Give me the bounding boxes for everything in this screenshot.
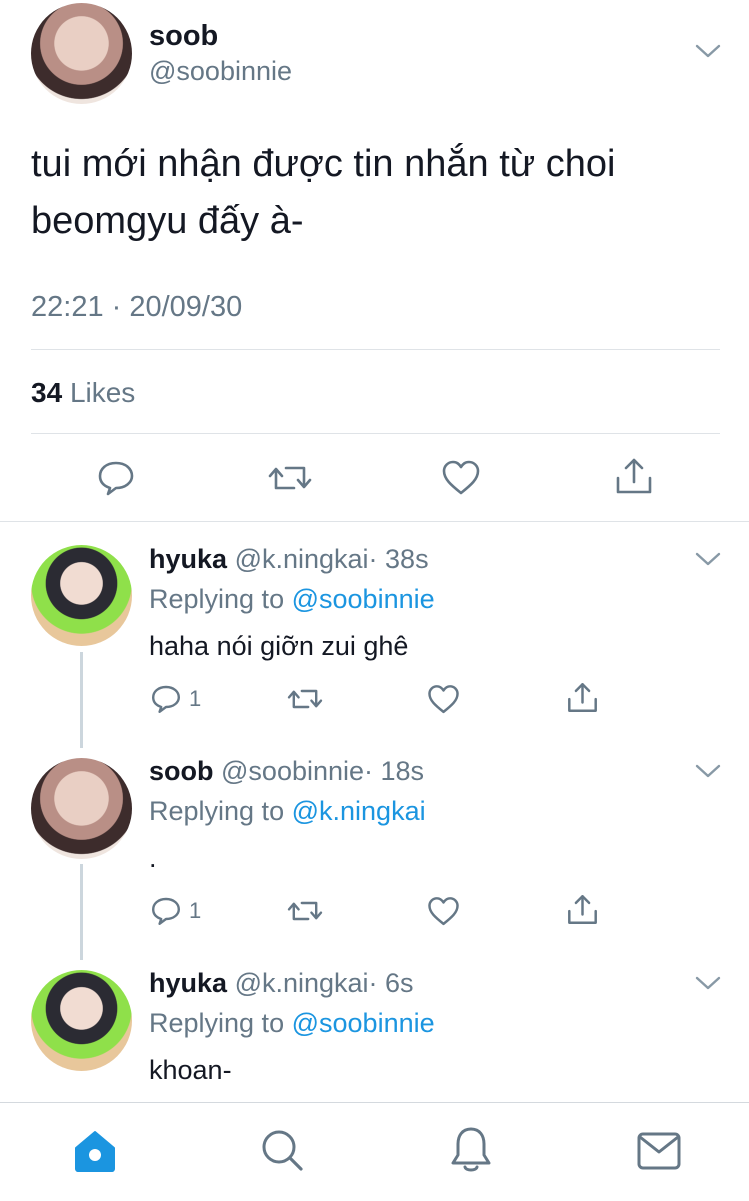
- reply-header: hyuka @k.ningkai· 38s: [149, 544, 429, 575]
- thread-connector: [80, 864, 83, 960]
- retweet-icon[interactable]: [287, 683, 323, 715]
- likes-stat[interactable]: 34 Likes: [31, 377, 135, 409]
- replying-to: Replying to @k.ningkai: [149, 796, 426, 827]
- replying-to: Replying to @soobinnie: [149, 1008, 435, 1039]
- author-handle[interactable]: @soobinnie: [221, 756, 364, 786]
- author-name[interactable]: hyuka: [149, 544, 227, 574]
- chevron-down-icon[interactable]: [695, 763, 721, 779]
- avatar[interactable]: [31, 3, 132, 104]
- like-icon[interactable]: [427, 683, 460, 716]
- replying-to: Replying to @soobinnie: [149, 584, 435, 615]
- home-icon[interactable]: [73, 1129, 117, 1173]
- reply-text: .: [149, 843, 157, 873]
- section-divider: [0, 521, 749, 522]
- reply-count: 1: [189, 686, 202, 711]
- author-handle[interactable]: @k.ningkai: [235, 968, 369, 998]
- reply-text: haha nói giỡn zui ghê: [149, 631, 409, 661]
- reply-icon[interactable]: [96, 458, 136, 498]
- replying-to-link[interactable]: @soobinnie: [292, 1008, 435, 1038]
- like-icon[interactable]: [427, 895, 460, 928]
- like-icon[interactable]: [441, 458, 481, 498]
- notifications-icon[interactable]: [449, 1125, 493, 1173]
- divider: [31, 433, 720, 434]
- avatar[interactable]: [31, 545, 132, 646]
- author-name[interactable]: hyuka: [149, 968, 227, 998]
- retweet-icon[interactable]: [287, 895, 323, 927]
- reply-time: · 38s: [368, 544, 429, 574]
- reply-icon[interactable]: [150, 683, 182, 715]
- replying-to-link[interactable]: @soobinnie: [292, 584, 435, 614]
- replying-prefix: Replying to: [149, 1008, 285, 1038]
- reply-icon[interactable]: [150, 895, 182, 927]
- tweet-timestamp: 22:21 · 20/09/30: [31, 291, 243, 323]
- reply-text: khoan-: [149, 1055, 232, 1085]
- likes-label: Likes: [69, 377, 136, 408]
- author-handle[interactable]: @soobinnie: [149, 56, 292, 87]
- tweet-text-line: tui mới nhận được tin nhắn từ choi: [31, 143, 616, 185]
- tweet-text: tui mới nhận được tin nhắn từ choi beomg…: [31, 136, 615, 250]
- avatar[interactable]: [31, 758, 132, 859]
- author-name[interactable]: soob: [149, 20, 218, 53]
- replying-prefix: Replying to: [149, 584, 285, 614]
- likes-count: 34: [31, 377, 63, 408]
- retweet-icon[interactable]: [268, 458, 312, 498]
- author-name[interactable]: soob: [149, 756, 214, 786]
- reply-count: 1: [189, 898, 202, 923]
- divider: [31, 349, 720, 350]
- reply-header: hyuka @k.ningkai· 6s: [149, 968, 414, 999]
- share-icon[interactable]: [566, 893, 599, 926]
- avatar[interactable]: [31, 970, 132, 1071]
- tweet-text-line: beomgyu đấy à-: [31, 200, 304, 242]
- replying-prefix: Replying to: [149, 796, 285, 826]
- reply-header: soob @soobinnie· 18s: [149, 756, 424, 787]
- share-icon[interactable]: [614, 456, 654, 496]
- thread-connector: [80, 652, 83, 748]
- author-handle[interactable]: @k.ningkai: [235, 544, 369, 574]
- search-icon[interactable]: [260, 1128, 304, 1172]
- replying-to-link[interactable]: @k.ningkai: [292, 796, 426, 826]
- chevron-down-icon[interactable]: [695, 975, 721, 991]
- tabbar-divider: [0, 1102, 749, 1103]
- chevron-down-icon[interactable]: [695, 43, 721, 59]
- reply-time: · 6s: [368, 968, 414, 998]
- chevron-down-icon[interactable]: [695, 551, 721, 567]
- reply-time: · 18s: [364, 756, 425, 786]
- messages-icon[interactable]: [636, 1131, 682, 1171]
- share-icon[interactable]: [566, 681, 599, 714]
